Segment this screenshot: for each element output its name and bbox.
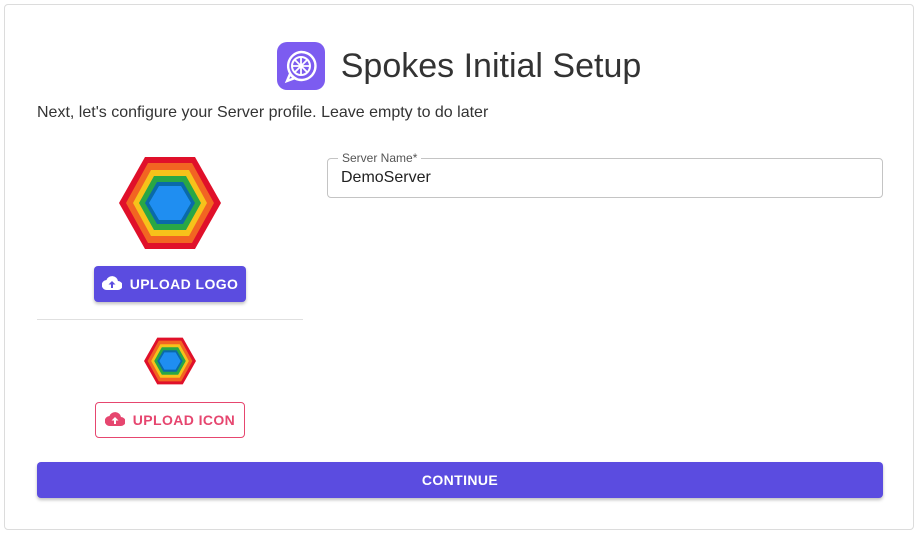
server-name-input[interactable]	[328, 159, 882, 197]
cloud-upload-icon	[104, 411, 126, 430]
upload-logo-label: UPLOAD LOGO	[129, 276, 239, 292]
upload-icon-label: UPLOAD ICON	[132, 412, 236, 428]
wheel-chat-icon	[276, 42, 325, 90]
continue-button[interactable]: CONTINUE	[37, 462, 883, 498]
server-name-field: Server Name*	[327, 151, 883, 198]
upload-logo-button[interactable]: UPLOAD LOGO	[94, 266, 246, 302]
intro-text: Next, let's configure your Server profil…	[37, 104, 489, 121]
page-title: Spokes Initial Setup	[340, 46, 642, 85]
header: Spokes Initial Setup	[5, 41, 913, 91]
hexagon-rainbow-logo	[117, 155, 223, 251]
section-divider	[37, 319, 303, 320]
upload-icon-button[interactable]: UPLOAD ICON	[95, 402, 245, 438]
setup-card: Spokes Initial Setup Next, let's configu…	[4, 4, 914, 530]
cloud-upload-icon	[101, 275, 123, 294]
hexagon-rainbow-icon	[143, 336, 197, 386]
